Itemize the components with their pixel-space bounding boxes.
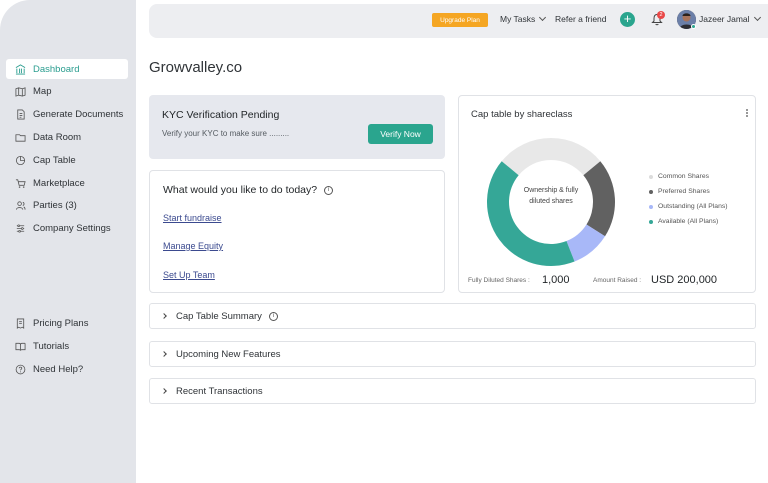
page-title: Growvalley.co bbox=[149, 59, 243, 76]
legend-dot bbox=[649, 174, 653, 179]
legend-item-preferred-shares[interactable]: Preferred Shares bbox=[649, 184, 728, 199]
settings-icon bbox=[14, 222, 26, 234]
chevron-right-icon bbox=[161, 351, 167, 357]
legend-label: Outstanding (All Plans) bbox=[658, 203, 728, 210]
legend-item-common-shares[interactable]: Common Shares bbox=[649, 169, 728, 184]
sidebar-item-generate-documents[interactable]: Generate Documents bbox=[6, 104, 128, 124]
my-tasks-label: My Tasks bbox=[500, 14, 536, 24]
legend-item-outstanding-all-plans[interactable]: Outstanding (All Plans) bbox=[649, 199, 728, 214]
sidebar-item-dashboard[interactable]: Dashboard bbox=[6, 59, 128, 79]
fully-diluted-label: Fully Diluted Shares : bbox=[468, 277, 530, 284]
chevron-right-icon bbox=[161, 313, 167, 319]
info-icon[interactable]: i bbox=[268, 311, 278, 321]
chevron-down-icon bbox=[539, 13, 547, 22]
notification-badge: 2 bbox=[657, 11, 665, 19]
donut-center-label: Ownership & fully diluted shares bbox=[523, 187, 579, 205]
fully-diluted-value: 1,000 bbox=[542, 274, 570, 286]
cart-icon bbox=[14, 177, 26, 189]
map-icon bbox=[14, 85, 26, 97]
accordion-upcoming-new-features[interactable]: Upcoming New Features bbox=[149, 341, 756, 367]
legend-dot bbox=[649, 189, 653, 194]
sidebar-item-need-help[interactable]: Need Help? bbox=[6, 359, 128, 379]
start-fundraise-link[interactable]: Start fundraise bbox=[163, 213, 222, 223]
sidebar-item-cap-table[interactable]: Cap Table bbox=[6, 150, 128, 170]
legend-label: Available (All Plans) bbox=[658, 218, 719, 225]
sidebar-item-map[interactable]: Map bbox=[6, 81, 128, 101]
legend-label: Preferred Shares bbox=[658, 188, 710, 195]
accordion-label: Recent Transactions bbox=[176, 385, 263, 397]
accordion-label: Cap Table Summary bbox=[176, 310, 262, 322]
sidebar-item-label: Dashboard bbox=[33, 63, 80, 75]
verify-now-button[interactable]: Verify Now bbox=[368, 124, 433, 144]
todo-card: What would you like to do today? i Start… bbox=[149, 170, 445, 293]
help-icon bbox=[14, 363, 26, 375]
add-icon[interactable]: + bbox=[620, 12, 635, 27]
amount-raised-label: Amount Raised : bbox=[593, 277, 642, 284]
sidebar-item-data-room[interactable]: Data Room bbox=[6, 127, 128, 147]
pie-icon bbox=[14, 154, 26, 166]
cap-table-title: Cap table by shareclass bbox=[471, 109, 573, 120]
sidebar-item-pricing-plans[interactable]: Pricing Plans bbox=[6, 313, 128, 333]
user-menu[interactable]: Jazeer Jamal bbox=[699, 13, 761, 24]
online-status-dot bbox=[691, 24, 696, 29]
legend-label: Common Shares bbox=[658, 173, 709, 180]
sidebar-item-label: Marketplace bbox=[33, 177, 85, 189]
amount-raised-value: USD 200,000 bbox=[651, 274, 718, 286]
sidebar-item-label: Map bbox=[33, 85, 52, 97]
more-options-icon[interactable] bbox=[745, 108, 749, 120]
my-tasks-dropdown[interactable]: My Tasks bbox=[500, 13, 547, 24]
accordion-cap-table-summary[interactable]: Cap Table Summary i bbox=[149, 303, 756, 329]
legend-dot bbox=[649, 219, 653, 224]
legend-item-available-all-plans[interactable]: Available (All Plans) bbox=[649, 214, 728, 229]
chart-legend: Common Shares Preferred Shares Outstanding… bbox=[649, 169, 728, 229]
sidebar-item-label: Data Room bbox=[33, 131, 82, 143]
chevron-right-icon bbox=[161, 388, 167, 394]
folder-icon bbox=[14, 131, 26, 143]
donut-slice-common-shares[interactable] bbox=[501, 138, 601, 176]
document-icon bbox=[14, 108, 26, 120]
kyc-subtitle: Verify your KYC to make sure ......... bbox=[162, 129, 290, 138]
user-name: Jazeer Jamal bbox=[699, 14, 750, 24]
users-icon bbox=[14, 199, 26, 211]
legend-dot bbox=[649, 204, 653, 209]
todo-title: What would you like to do today? i bbox=[163, 184, 334, 196]
sidebar-item-label: Company Settings bbox=[33, 222, 111, 234]
sidebar-item-company-settings[interactable]: Company Settings bbox=[6, 218, 128, 238]
set-up-team-link[interactable]: Set Up Team bbox=[163, 270, 215, 280]
receipt-icon bbox=[14, 317, 26, 329]
bank-icon bbox=[14, 63, 26, 75]
sidebar-item-label: Cap Table bbox=[33, 154, 76, 166]
donut-slice-preferred-shares[interactable] bbox=[583, 161, 615, 237]
sidebar: Dashboard Map Generate Documents Data Ro… bbox=[0, 0, 136, 483]
refer-a-friend-link[interactable]: Refer a friend bbox=[555, 14, 607, 24]
cap-table-card: Cap table by shareclass Ownership & full… bbox=[458, 95, 756, 293]
sidebar-item-label: Need Help? bbox=[33, 363, 84, 375]
sidebar-item-parties[interactable]: Parties (3) bbox=[6, 195, 128, 215]
kyc-title: KYC Verification Pending bbox=[162, 109, 280, 121]
sidebar-item-tutorials[interactable]: Tutorials bbox=[6, 336, 128, 356]
chevron-down-icon bbox=[753, 13, 761, 22]
accordion-label: Upcoming New Features bbox=[176, 348, 281, 360]
info-icon[interactable]: i bbox=[324, 185, 334, 195]
kyc-card: KYC Verification Pending Verify your KYC… bbox=[149, 95, 445, 159]
donut-slice-available-all-plans[interactable] bbox=[487, 161, 575, 266]
sidebar-item-label: Generate Documents bbox=[33, 108, 124, 120]
book-icon bbox=[14, 340, 26, 352]
sidebar-item-label: Tutorials bbox=[33, 340, 70, 352]
todo-title-text: What would you like to do today? bbox=[163, 184, 318, 196]
sidebar-item-label: Parties (3) bbox=[33, 199, 77, 211]
accordion-recent-transactions[interactable]: Recent Transactions bbox=[149, 378, 756, 404]
manage-equity-link[interactable]: Manage Equity bbox=[163, 241, 223, 251]
sidebar-item-label: Pricing Plans bbox=[33, 317, 89, 329]
upgrade-plan-button[interactable]: Upgrade Plan bbox=[432, 13, 488, 27]
sidebar-item-marketplace[interactable]: Marketplace bbox=[6, 173, 128, 193]
